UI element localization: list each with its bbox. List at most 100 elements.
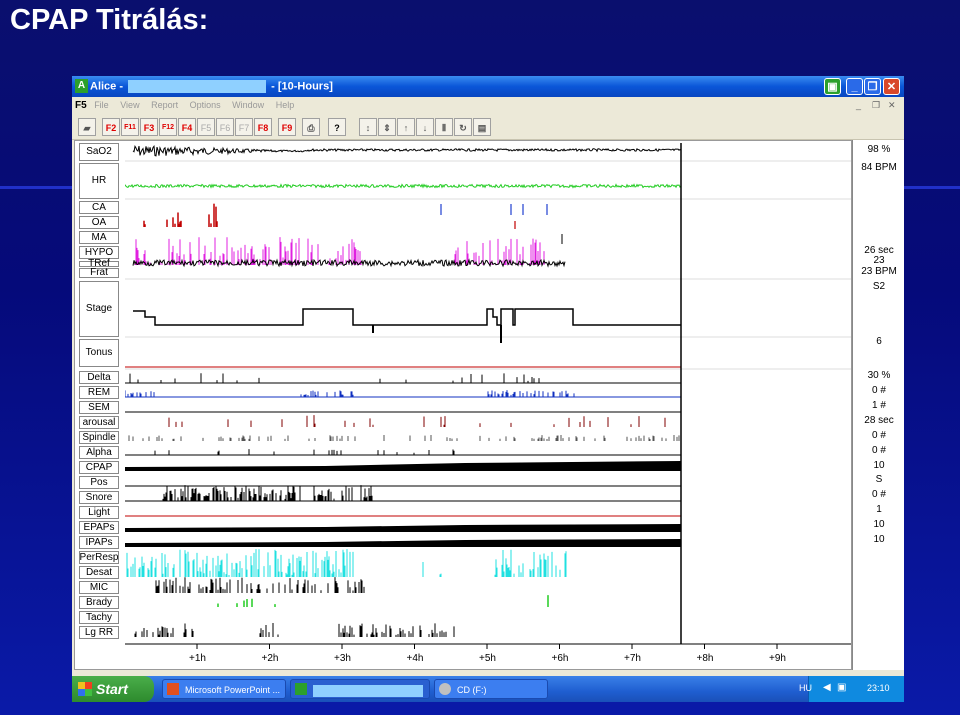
channel-label-alpha[interactable]: Alpha bbox=[79, 446, 119, 459]
clock: 23:10 bbox=[867, 683, 890, 693]
channel-value-rem: 0 # bbox=[872, 385, 886, 396]
move-down-icon[interactable]: ↓ bbox=[416, 118, 434, 136]
hr-trace bbox=[125, 183, 682, 189]
channel-value-sao2: 98 % bbox=[867, 144, 891, 155]
channel-traces[interactable]: +1h +2h +3h +4h +5h +6h +7h +8h +9h bbox=[125, 141, 851, 669]
channel-value-alpha: 0 # bbox=[872, 445, 886, 456]
extra-window-icon[interactable]: ▣ bbox=[824, 78, 841, 95]
task-powerpoint-label: Microsoft PowerPoint ... bbox=[185, 685, 281, 695]
move-up-icon[interactable]: ↑ bbox=[397, 118, 415, 136]
task-powerpoint[interactable]: Microsoft PowerPoint ... bbox=[162, 679, 286, 699]
alice-task-icon bbox=[295, 683, 307, 695]
open-folder-icon[interactable]: ▰ bbox=[78, 118, 96, 136]
mdi-minimize-icon[interactable]: _ bbox=[856, 100, 861, 110]
cd-drive-icon bbox=[439, 683, 451, 695]
channel-label-delta[interactable]: Delta bbox=[79, 371, 119, 384]
channel-value-cpap: 10 bbox=[873, 460, 885, 471]
channel-label-pos[interactable]: Pos bbox=[79, 476, 119, 489]
stage-hypnogram bbox=[133, 308, 681, 326]
speaker-icon[interactable]: ◀ bbox=[823, 682, 831, 693]
start-button[interactable]: Start bbox=[72, 676, 154, 702]
channel-label-ma[interactable]: MA bbox=[79, 231, 119, 244]
channel-label-cpap[interactable]: CPAP bbox=[79, 461, 119, 474]
print-icon[interactable]: ⎙ bbox=[302, 118, 320, 136]
f12-button[interactable]: F12 bbox=[159, 118, 177, 136]
channel-label-hr[interactable]: HR bbox=[79, 163, 119, 199]
channel-value-sem: 1 # bbox=[872, 400, 886, 411]
channel-label-sao2[interactable]: SaO2 bbox=[79, 143, 119, 161]
channel-value-light: 1 bbox=[876, 504, 882, 515]
f4-button[interactable]: F4 bbox=[178, 118, 196, 136]
alice-window: A Alice - - [10-Hours] ▣ _ ❐ ✕ F5 File V… bbox=[72, 76, 904, 702]
menu-options[interactable]: Options bbox=[190, 97, 221, 114]
slide-decoration-bar bbox=[0, 186, 72, 189]
channel-value-pos: S bbox=[875, 474, 883, 485]
channel-value-ipaps: 10 bbox=[873, 534, 885, 545]
channel-label-perresp[interactable]: PerResp bbox=[79, 551, 119, 564]
channel-label-snore[interactable]: Snore bbox=[79, 491, 119, 504]
channel-label-lg-rr[interactable]: Lg RR bbox=[79, 626, 119, 639]
channel-value-epaps: 10 bbox=[873, 519, 885, 530]
f5-button[interactable]: F5 bbox=[197, 118, 215, 136]
mdi-close-icon[interactable]: ✕ bbox=[888, 100, 896, 111]
channel-label-oa[interactable]: OA bbox=[79, 216, 119, 229]
redacted-task-title bbox=[313, 684, 423, 697]
channel-label-tonus[interactable]: Tonus bbox=[79, 339, 119, 367]
channel-value-frat: 23 BPM bbox=[861, 266, 897, 277]
minimize-button[interactable]: _ bbox=[846, 78, 863, 95]
channel-label-ipaps[interactable]: IPAPs bbox=[79, 536, 119, 549]
channel-label-ca[interactable]: CA bbox=[79, 201, 119, 214]
channel-label-desat[interactable]: Desat bbox=[79, 566, 119, 579]
f11-button[interactable]: F11 bbox=[121, 118, 139, 136]
channel-label-epaps[interactable]: EPAPs bbox=[79, 521, 119, 534]
language-indicator[interactable]: HU bbox=[799, 683, 812, 693]
windows-flag-icon bbox=[78, 682, 92, 696]
f7-button[interactable]: F7 bbox=[235, 118, 253, 136]
refresh-icon[interactable]: ↻ bbox=[454, 118, 472, 136]
compress-vertical-icon[interactable]: ⇕ bbox=[378, 118, 396, 136]
window-titlebar[interactable]: A Alice - - [10-Hours] ▣ _ ❐ ✕ bbox=[72, 76, 904, 97]
menu-view[interactable]: View bbox=[120, 97, 139, 114]
channel-label-sem[interactable]: SEM bbox=[79, 401, 119, 414]
menu-report[interactable]: Report bbox=[151, 97, 178, 114]
channel-value-tonus: 6 bbox=[876, 336, 882, 347]
f8-button[interactable]: F8 bbox=[254, 118, 272, 136]
channel-label-stage[interactable]: Stage bbox=[79, 281, 119, 337]
help-icon[interactable]: ? bbox=[328, 118, 346, 136]
network-icon[interactable]: ▣ bbox=[837, 682, 846, 693]
channel-label-mic[interactable]: MIC bbox=[79, 581, 119, 594]
menu-file[interactable]: File bbox=[94, 97, 109, 114]
menu-help[interactable]: Help bbox=[276, 97, 295, 114]
channel-label-column: SaO2 HR CA OA MA HYPO TRef Frat Stage Tonus Delta R… bbox=[77, 141, 121, 669]
app-icon[interactable]: A bbox=[75, 79, 88, 93]
f9-button[interactable]: F9 bbox=[278, 118, 296, 136]
f2-button[interactable]: F2 bbox=[102, 118, 120, 136]
ipap-level bbox=[125, 539, 681, 547]
columns-icon[interactable]: ⫴ bbox=[435, 118, 453, 136]
channel-label-frat[interactable]: Frat bbox=[79, 268, 119, 278]
f3-button[interactable]: F3 bbox=[140, 118, 158, 136]
channel-label-tachy[interactable]: Tachy bbox=[79, 611, 119, 624]
channel-label-brady[interactable]: Brady bbox=[79, 596, 119, 609]
screen-icon[interactable]: ▤ bbox=[473, 118, 491, 136]
time-axis-label: +8h bbox=[697, 653, 714, 664]
close-button[interactable]: ✕ bbox=[883, 78, 900, 95]
expand-vertical-icon[interactable]: ↕ bbox=[359, 118, 377, 136]
hypnogram-chart-area[interactable]: SaO2 HR CA OA MA HYPO TRef Frat Stage Tonus Delta R… bbox=[74, 140, 852, 670]
time-axis-label: +3h bbox=[334, 653, 351, 664]
time-axis-label: +7h bbox=[624, 653, 641, 664]
channel-value-delta: 30 % bbox=[867, 370, 891, 381]
task-alice[interactable] bbox=[290, 679, 430, 699]
channel-label-arousal[interactable]: arousal bbox=[79, 416, 119, 429]
channel-label-light[interactable]: Light bbox=[79, 506, 119, 519]
f6-button[interactable]: F6 bbox=[216, 118, 234, 136]
restore-button[interactable]: ❐ bbox=[864, 78, 881, 95]
channel-label-rem[interactable]: REM bbox=[79, 386, 119, 399]
menu-window[interactable]: Window bbox=[232, 97, 264, 114]
window-title: Alice - - [10-Hours] bbox=[90, 80, 333, 93]
task-cd-drive[interactable]: CD (F:) bbox=[434, 679, 548, 699]
time-axis-label: +5h bbox=[479, 653, 496, 664]
mdi-restore-icon[interactable]: ❐ bbox=[872, 100, 880, 111]
time-axis-label: +6h bbox=[552, 653, 569, 664]
channel-label-spindle[interactable]: Spindle bbox=[79, 431, 119, 444]
